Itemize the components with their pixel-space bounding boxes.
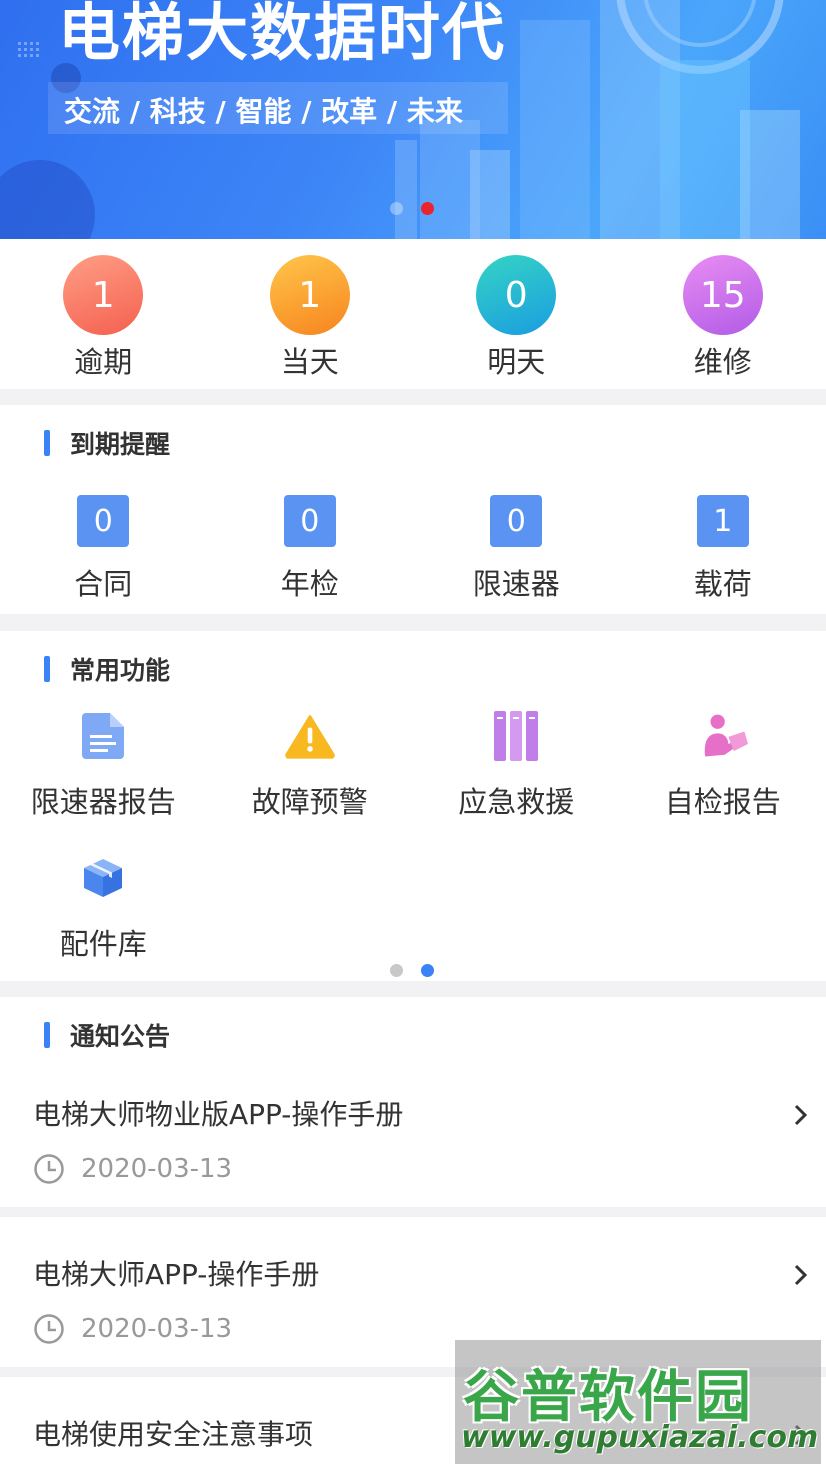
reminder-annual-inspection[interactable]: 0 年检: [207, 495, 414, 603]
box-icon: [78, 853, 128, 903]
reminder-contract[interactable]: 0 合同: [0, 495, 207, 603]
notice-item[interactable]: 电梯大师物业版APP-操作手册 2020-03-13: [0, 1067, 826, 1207]
reminders-grid: 0 合同 0 年检 0 限速器 1 载荷: [0, 495, 826, 603]
chevron-right-icon: [794, 1264, 808, 1286]
section-title: 通知公告: [70, 1022, 171, 1051]
reminder-label: 年检: [280, 567, 339, 601]
section-accent-bar: [44, 430, 50, 456]
notices-header-card: 通知公告: [0, 997, 826, 1067]
banner-pagination: [390, 202, 434, 215]
banner-dot-1[interactable]: [390, 202, 403, 215]
section-title: 到期提醒: [70, 430, 171, 459]
reminder-count: 0: [77, 495, 130, 547]
notice-title: 电梯大师APP-操作手册: [33, 1258, 320, 1291]
stat-badge: 0: [476, 255, 557, 335]
section-accent-bar: [44, 1022, 50, 1048]
chevron-right-icon: [794, 1104, 808, 1126]
func-fault-warning[interactable]: 故障预警: [207, 711, 414, 853]
reminder-count: 0: [490, 495, 543, 547]
banner-title: 电梯大数据时代: [58, 0, 507, 69]
banner-carousel[interactable]: 电梯大数据时代 交流 / 科技 / 智能 / 改革 / 未来: [0, 0, 826, 239]
warning-icon: [284, 711, 335, 761]
stat-badge: 15: [682, 255, 763, 335]
stat-overdue[interactable]: 1 逾期: [0, 239, 207, 389]
func-label: 配件库: [59, 927, 147, 961]
notice-title: 电梯使用安全注意事项: [33, 1418, 314, 1451]
func-label: 故障预警: [251, 785, 368, 819]
reminder-label: 限速器: [472, 567, 560, 601]
section-accent-bar: [44, 656, 50, 682]
person-reading-icon: [698, 711, 748, 761]
section-header: 常用功能: [44, 651, 170, 687]
stats-row: 1 逾期 1 当天 0 明天 15 维修: [0, 239, 826, 389]
reminder-count: 0: [283, 495, 336, 547]
notice-date-text: 2020-03-13: [81, 1154, 233, 1184]
functions-section: 常用功能 限速器报告 故障预警 应急救援 自检报告 配件库: [0, 631, 826, 981]
banner-subtitle: 交流 / 科技 / 智能 / 改革 / 未来: [64, 95, 463, 128]
stat-repair[interactable]: 15 维修: [620, 239, 826, 389]
clock-icon: [34, 1314, 64, 1344]
stat-tomorrow[interactable]: 0 明天: [413, 239, 620, 389]
func-emergency-rescue[interactable]: 应急救援: [413, 711, 620, 853]
func-self-inspection-report[interactable]: 自检报告: [620, 711, 826, 853]
functions-grid: 限速器报告 故障预警 应急救援 自检报告 配件库: [0, 711, 826, 995]
notice-title: 电梯大师物业版APP-操作手册: [33, 1098, 404, 1131]
banner-dot-2[interactable]: [421, 202, 434, 215]
watermark-url: www.gupuxiazai.com: [461, 1420, 819, 1455]
reminder-speed-governor[interactable]: 0 限速器: [413, 495, 620, 603]
reminder-label: 合同: [74, 567, 133, 601]
stat-label: 当天: [280, 345, 339, 379]
reminder-load[interactable]: 1 载荷: [620, 495, 826, 603]
notice-date: 2020-03-13: [33, 1313, 232, 1345]
func-label: 限速器报告: [30, 785, 176, 819]
section-header: 到期提醒: [44, 425, 170, 461]
func-label: 自检报告: [664, 785, 781, 819]
func-label: 应急救援: [458, 785, 575, 819]
func-page-dot-2[interactable]: [421, 964, 434, 977]
func-speed-governor-report[interactable]: 限速器报告: [0, 711, 207, 853]
func-page-dot-1[interactable]: [390, 964, 403, 977]
stat-label: 明天: [487, 345, 546, 379]
stat-label: 逾期: [74, 345, 133, 379]
clock-icon: [34, 1154, 64, 1184]
notice-date-text: 2020-03-13: [81, 1314, 233, 1344]
functions-pagination: [390, 964, 434, 977]
books-icon: [491, 711, 541, 761]
stat-label: 维修: [693, 345, 752, 379]
stat-today[interactable]: 1 当天: [207, 239, 414, 389]
document-icon: [78, 711, 128, 761]
func-parts-library[interactable]: 配件库: [0, 853, 207, 995]
stat-badge: 1: [269, 255, 350, 335]
stat-badge: 1: [63, 255, 144, 335]
reminder-count: 1: [696, 495, 749, 547]
watermark: 谷普软件园 www.gupuxiazai.com: [455, 1340, 821, 1464]
reminder-label: 载荷: [693, 567, 752, 601]
section-title: 常用功能: [70, 656, 171, 685]
section-header: 通知公告: [44, 1017, 170, 1053]
reminders-section: 到期提醒 0 合同 0 年检 0 限速器 1 载荷: [0, 405, 826, 614]
notice-date: 2020-03-13: [33, 1153, 232, 1185]
